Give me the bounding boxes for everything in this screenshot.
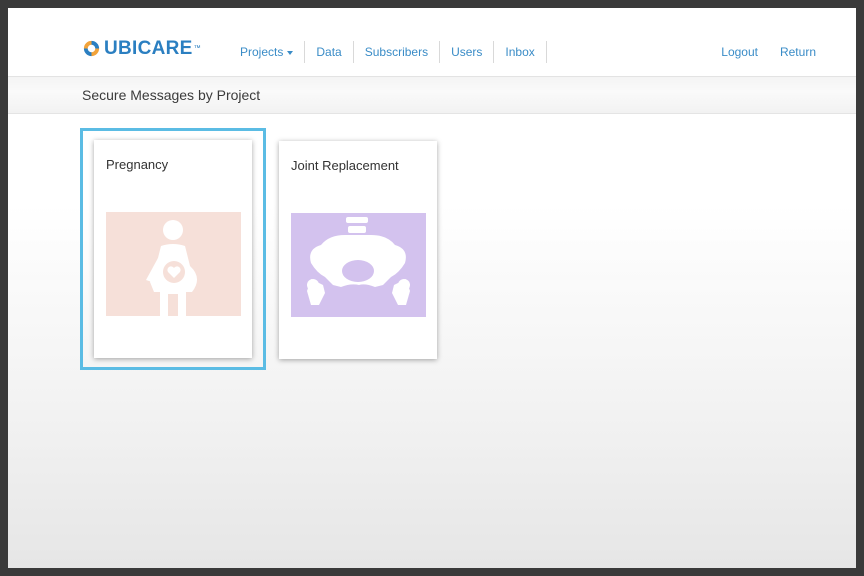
top-navbar: UBICARE ™ Projects Data Subscribers User… (8, 8, 856, 77)
project-card-pregnancy[interactable]: Pregnancy (94, 140, 252, 358)
nav-projects[interactable]: Projects (229, 41, 306, 63)
caret-down-icon (287, 50, 294, 55)
project-card-title: Joint Replacement (291, 158, 399, 173)
nav-right: Logout Return (699, 41, 816, 63)
page-title: Secure Messages by Project (82, 87, 261, 103)
nav-subscribers[interactable]: Subscribers (354, 41, 441, 63)
project-card-wrap: Joint Replacement (279, 141, 437, 359)
logo-wordmark: UBICARE (104, 37, 193, 59)
pregnant-woman-icon (106, 212, 241, 316)
page-header-bar: Secure Messages by Project (8, 77, 856, 114)
nav-users[interactable]: Users (440, 41, 495, 63)
project-card-selection: Pregnancy (80, 128, 266, 370)
logout-link[interactable]: Logout (699, 41, 758, 63)
nav-projects-label: Projects (240, 45, 284, 59)
nav-data[interactable]: Data (305, 41, 354, 63)
ubicare-logo-icon (83, 40, 100, 56)
logo-trademark: ™ (193, 44, 201, 52)
ubicare-logo[interactable]: UBICARE ™ (82, 37, 201, 59)
main-nav: Projects Data Subscribers Users Inbox (229, 41, 547, 63)
nav-inbox[interactable]: Inbox (494, 41, 547, 63)
app-window: UBICARE ™ Projects Data Subscribers User… (8, 8, 856, 568)
project-card-joint-replacement[interactable]: Joint Replacement (279, 141, 437, 359)
pelvis-hip-icon (291, 213, 426, 317)
return-link[interactable]: Return (758, 41, 816, 63)
project-card-title: Pregnancy (106, 157, 169, 172)
